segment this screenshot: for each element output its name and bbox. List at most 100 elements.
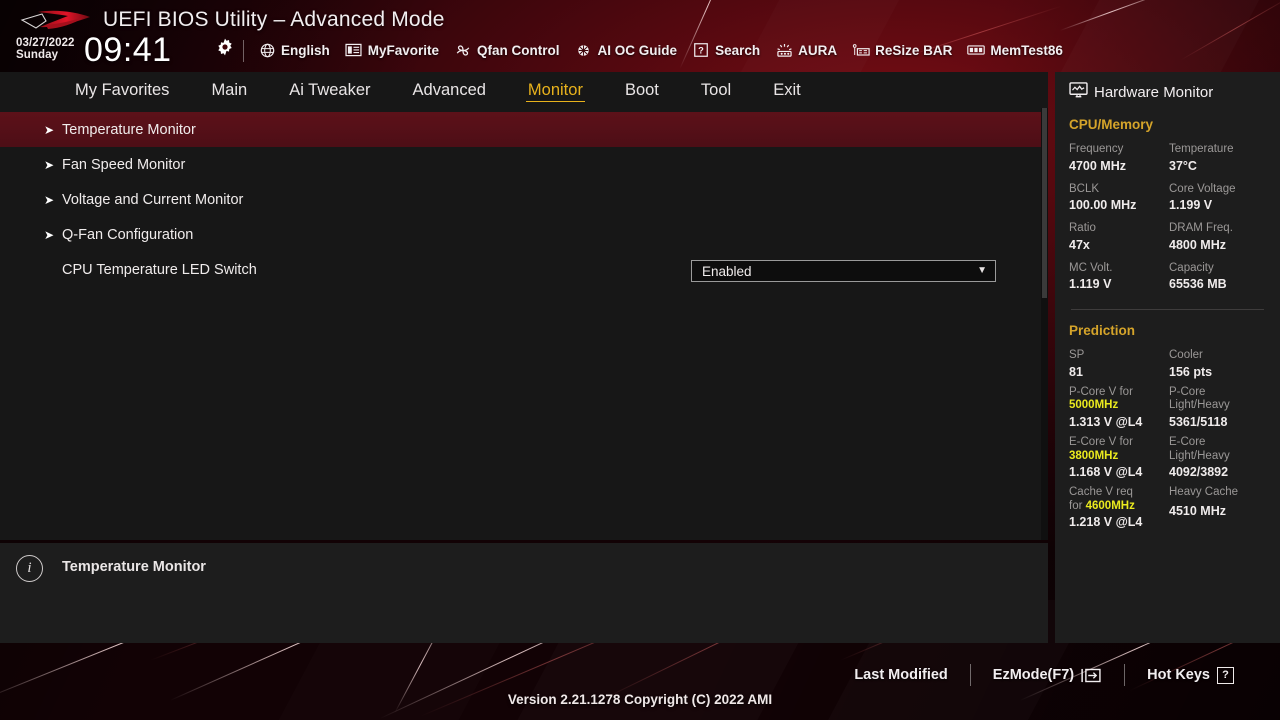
toolbar-label: MemTest86 [990,42,1063,58]
exit-arrow-icon [1081,668,1102,683]
date-value: 03/27/2022 [16,37,75,49]
ezmode-button[interactable]: EzMode(F7) [971,667,1124,683]
chevron-right-icon: ➤ [44,227,55,242]
hot-keys-label: Hot Keys [1147,667,1210,683]
hwm-key: SP [1069,349,1085,362]
hwm-key: DRAM Freq. [1169,222,1233,235]
toolbar-item-resize-bar[interactable]: ReSize BAR [852,42,952,58]
toolbar-label: AURA [798,42,838,58]
tab-tool[interactable]: Tool [680,72,752,108]
hwm-prediction-grid: SP 81 Cooler 156 pts [1069,340,1266,380]
hwm-key: Capacity [1169,261,1214,274]
hardware-monitor-panel: Hardware Monitor CPU/Memory Frequency 47… [1055,72,1280,643]
clock-display: 09:41 [84,31,172,69]
header-bar: UEFI BIOS Utility – Advanced Mode 03/27/… [0,0,1280,72]
memory-module-icon [967,42,986,58]
hwm-key: P-Core V for 5000MHz [1069,385,1133,412]
hwm-value: 1.218 V @L4 [1069,515,1143,530]
hwm-value: 4510 MHz [1169,503,1226,518]
tab-main[interactable]: Main [190,72,268,108]
tab-ai-tweaker[interactable]: Ai Tweaker [268,72,391,108]
header-toolbar: English MyFavorite Qfan Control AI OC Gu… [258,42,1063,58]
ezmode-label: EzMode(F7) [992,667,1075,683]
toolbar-item-aura[interactable]: AURA [775,42,837,58]
toolbar-label: Qfan Control [477,42,560,58]
version-text: Version 2.21.1278 Copyright (C) 2022 AMI [507,692,773,707]
hwm-section-cpu-memory: CPU/Memory [1069,117,1154,132]
header-divider [243,40,244,62]
hwm-key: BCLK [1069,182,1100,195]
menu-item-temperature-monitor[interactable]: ➤ Temperature Monitor [0,112,1048,147]
toolbar-label: English [281,42,330,58]
cpu-temp-led-switch-dropdown[interactable]: Enabled ▼ [691,260,996,282]
hardware-monitor-header: Hardware Monitor [1069,76,1266,108]
star-list-icon [345,42,363,58]
toolbar-item-myfavorite[interactable]: MyFavorite [345,42,439,58]
toolbar-item-english[interactable]: English [258,42,330,58]
hwm-key: Cooler [1169,349,1203,362]
tab-advanced[interactable]: Advanced [392,72,507,108]
hwm-cell: P-Core Light/Heavy 5361/5118 [1169,380,1266,430]
hwm-cell: Temperature 37°C [1169,134,1266,174]
tab-exit[interactable]: Exit [752,72,822,108]
gear-icon[interactable] [216,38,234,56]
last-modified-label: Last Modified [854,667,948,683]
toolbar-item-memtest86[interactable]: MemTest86 [967,42,1063,58]
settings-list: ➤ Temperature Monitor ➤ Fan Speed Monito… [0,108,1048,540]
last-modified-button[interactable]: Last Modified [832,667,969,683]
hwm-cell: DRAM Freq. 4800 MHz [1169,213,1266,253]
toolbar-label: Search [715,42,761,58]
question-box-icon: ? [692,42,710,58]
chevron-right-icon: ➤ [44,122,55,137]
hwm-cell: P-Core V for 5000MHz 1.313 V @L4 [1069,380,1169,430]
chevron-down-icon: ▼ [977,265,987,276]
toolbar-item-qfan-control[interactable]: Qfan Control [454,42,560,58]
menu-item-voltage-and-current-monitor[interactable]: ➤ Voltage and Current Monitor [0,182,1048,217]
content-scrollbar[interactable] [1041,108,1048,540]
hwm-value: 4800 MHz [1169,237,1226,252]
hwm-cell: Frequency 4700 MHz [1069,134,1169,174]
hwm-value: 37°C [1169,158,1197,173]
help-bar: i Temperature Monitor [0,543,1048,643]
menu-item-cpu-temperature-led-switch[interactable]: CPU Temperature LED Switch Enabled ▼ [0,252,1048,287]
tab-my-favorites[interactable]: My Favorites [54,72,190,108]
footer-bar: Last Modified EzMode(F7) Hot Keys ? [0,655,1280,695]
hwm-cell: BCLK 100.00 MHz [1069,174,1169,214]
hwm-value: 1.313 V @L4 [1069,414,1143,429]
menu-item-label: Voltage and Current Monitor [62,191,244,208]
hwm-key: Core Voltage [1169,182,1236,195]
hwm-value: 156 pts [1169,364,1213,379]
hwm-key: MC Volt. [1069,261,1113,274]
date-display: 03/27/2022 Sunday [16,37,75,61]
hwm-key: Ratio [1069,222,1096,235]
page-title: UEFI BIOS Utility – Advanced Mode [103,8,445,31]
info-icon: i [16,555,43,582]
hwm-value: 1.168 V @L4 [1069,465,1143,480]
hwm-section-prediction: Prediction [1069,323,1136,339]
hwm-value: 100.00 MHz [1069,198,1137,213]
hwm-value: 5361/5118 [1169,414,1228,429]
hwm-cell: Cooler 156 pts [1169,340,1266,380]
hwm-cell: Ratio 47x [1069,213,1169,253]
toolbar-item-search[interactable]: ? Search [692,42,760,58]
hwm-cell: E-Core V for 3800MHz 1.168 V @L4 [1069,430,1169,480]
toolbar-label: ReSize BAR [875,42,953,58]
svg-text:?: ? [698,45,704,55]
menu-item-fan-speed-monitor[interactable]: ➤ Fan Speed Monitor [0,147,1048,182]
hot-keys-key-badge: ? [1217,666,1234,684]
menu-item-q-fan-configuration[interactable]: ➤ Q-Fan Configuration [0,217,1048,252]
hwm-cell: Cache V req for 4600MHz 1.218 V @L4 [1069,480,1169,530]
hwm-key: P-Core Light/Heavy [1169,385,1230,412]
hwm-key: Temperature [1169,143,1234,155]
weekday-value: Sunday [16,48,59,61]
toolbar-item-ai-oc-guide[interactable]: AI OC Guide [575,42,677,58]
tab-boot[interactable]: Boot [604,72,680,108]
tab-monitor[interactable]: Monitor [507,72,604,108]
hwm-key: E-Core V for 3800MHz [1069,435,1133,462]
hwm-cell: Core Voltage 1.199 V [1169,174,1266,214]
hot-keys-button[interactable]: Hot Keys ? [1125,666,1256,684]
main-nav-tabs: My Favorites Main Ai Tweaker Advanced Mo… [0,72,1048,108]
content-scrollbar-thumb[interactable] [1042,108,1047,298]
chevron-right-icon: ➤ [44,192,55,207]
hwm-cell: Heavy Cache 4510 MHz [1169,480,1266,530]
